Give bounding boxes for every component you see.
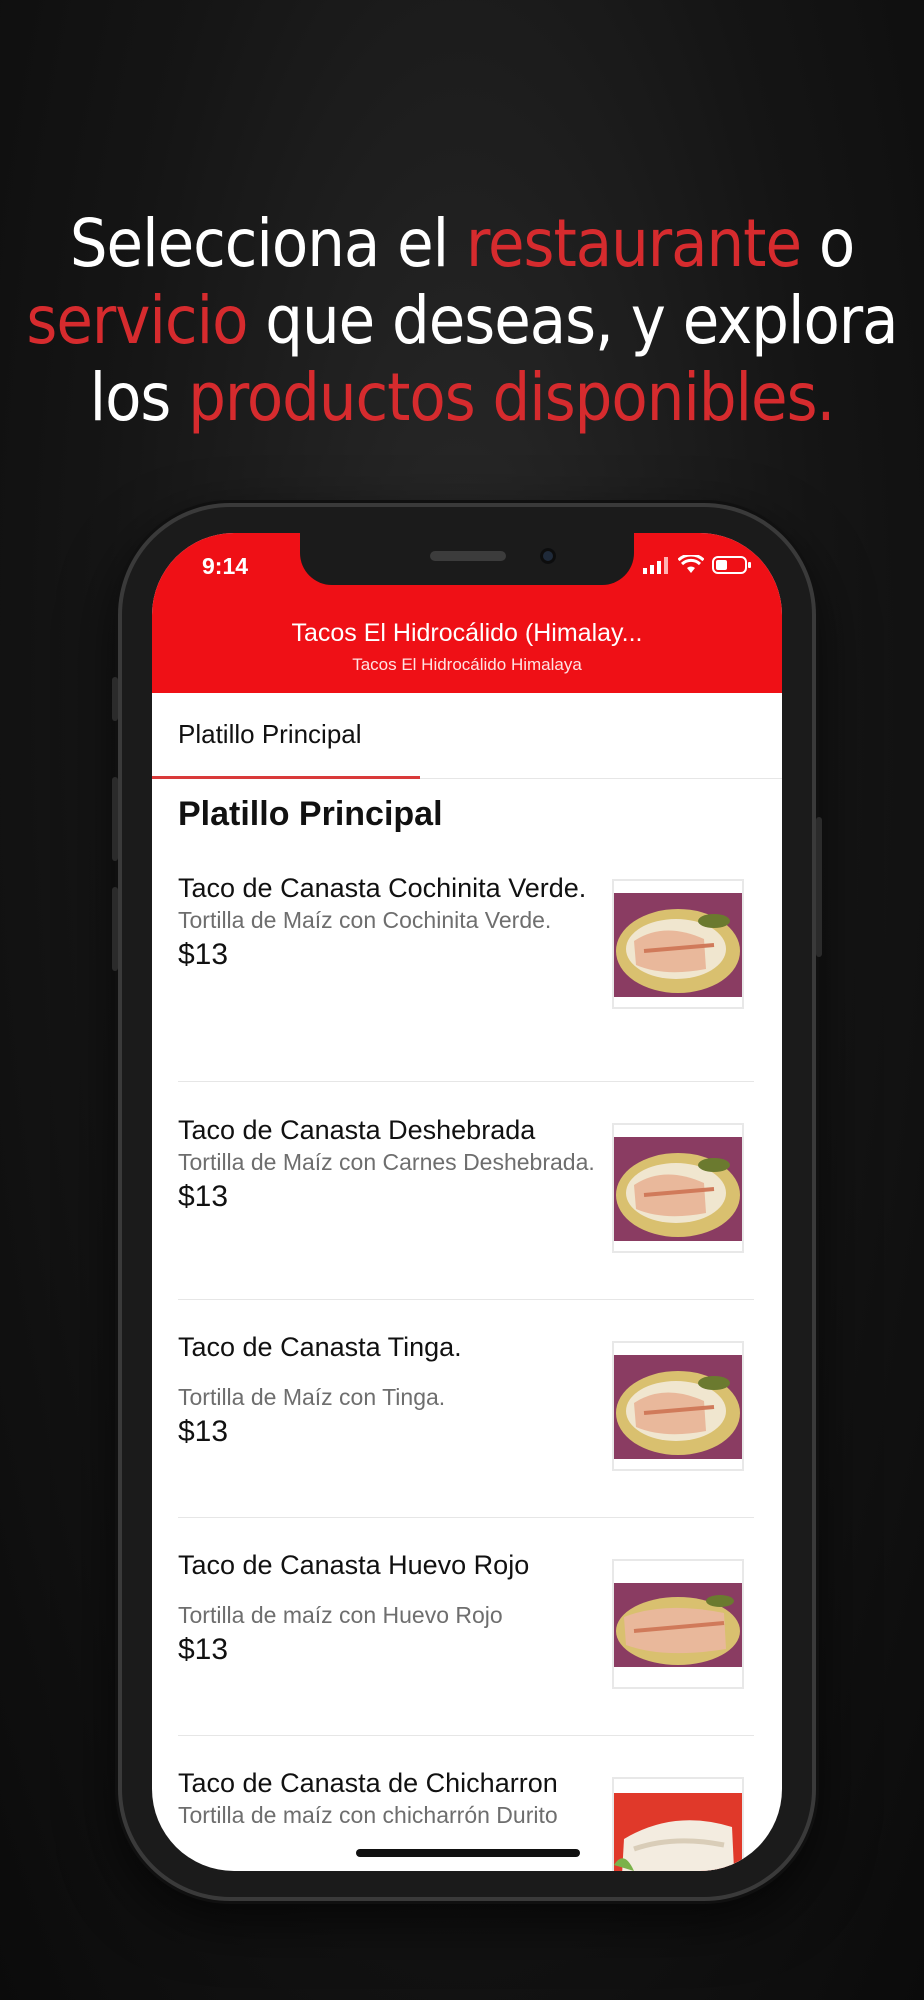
item-name: Taco de Canasta de Chicharron <box>178 1768 558 1798</box>
item-image[interactable] <box>612 1341 744 1471</box>
item-description: Tortilla de Maíz con Tinga. <box>178 1384 446 1410</box>
item-image[interactable] <box>612 879 744 1009</box>
item-divider <box>178 1299 754 1300</box>
item-image[interactable] <box>612 1777 744 1871</box>
promo-highlight: servicio <box>26 282 248 359</box>
speaker <box>430 551 506 561</box>
front-camera <box>540 548 556 564</box>
volume-down-button <box>112 887 118 971</box>
status-time: 9:14 <box>202 553 249 579</box>
status-icons <box>642 555 752 575</box>
app-screen: 9:14 Tacos El Hidrocálido (Himalay... Ta… <box>152 533 782 1871</box>
promo-text: que deseas, y explora <box>247 282 898 359</box>
item-divider <box>178 1735 754 1736</box>
item-image[interactable] <box>612 1559 744 1689</box>
item-description: Tortilla de maíz con Huevo Rojo <box>178 1602 503 1628</box>
promo-line-3: los productos disponibles. <box>0 359 924 436</box>
item-description: Tortilla de maíz con chicharrón Durito <box>178 1802 558 1828</box>
promo-highlight: restaurante <box>466 205 802 282</box>
app-header: 9:14 Tacos El Hidrocálido (Himalay... Ta… <box>152 533 782 693</box>
wifi-icon <box>678 555 704 573</box>
notch <box>300 533 634 585</box>
battery-icon <box>712 556 751 574</box>
item-name: Taco de Canasta Cochinita Verde. <box>178 873 587 903</box>
phone-frame: 9:14 Tacos El Hidrocálido (Himalay... Ta… <box>112 507 822 1897</box>
power-button <box>816 817 822 957</box>
active-tab-indicator <box>152 776 420 779</box>
promo-text: o <box>800 205 855 282</box>
volume-up-button <box>112 777 118 861</box>
item-description: Tortilla de Maíz con Carnes Deshebrada. <box>178 1149 595 1175</box>
category-tabbar: Platillo Principal <box>152 693 782 779</box>
promo-heading: Selecciona el restaurante o servicio que… <box>0 205 924 436</box>
promo-line-2: servicio que deseas, y explora <box>0 282 924 359</box>
restaurant-title: Tacos El Hidrocálido (Himalay... <box>291 619 643 647</box>
promo-text: los <box>89 359 189 436</box>
section-title: Platillo Principal <box>178 795 443 833</box>
home-indicator[interactable] <box>356 1849 580 1857</box>
item-divider <box>178 1517 754 1518</box>
item-name: Taco de Canasta Tinga. <box>178 1332 462 1362</box>
restaurant-subtitle: Tacos El Hidrocálido Himalaya <box>352 655 582 674</box>
tab-platillo-principal[interactable]: Platillo Principal <box>178 719 362 750</box>
mute-switch <box>112 677 118 721</box>
item-description: Tortilla de Maíz con Cochinita Verde. <box>178 907 552 933</box>
promo-text: Selecciona el <box>69 205 467 282</box>
item-name: Taco de Canasta Deshebrada <box>178 1115 536 1145</box>
item-divider <box>178 1081 754 1082</box>
item-image[interactable] <box>612 1123 744 1253</box>
item-name: Taco de Canasta Huevo Rojo <box>178 1550 530 1580</box>
promo-highlight: productos disponibles. <box>188 359 835 436</box>
promo-line-1: Selecciona el restaurante o <box>0 205 924 282</box>
signal-icon <box>643 557 668 574</box>
